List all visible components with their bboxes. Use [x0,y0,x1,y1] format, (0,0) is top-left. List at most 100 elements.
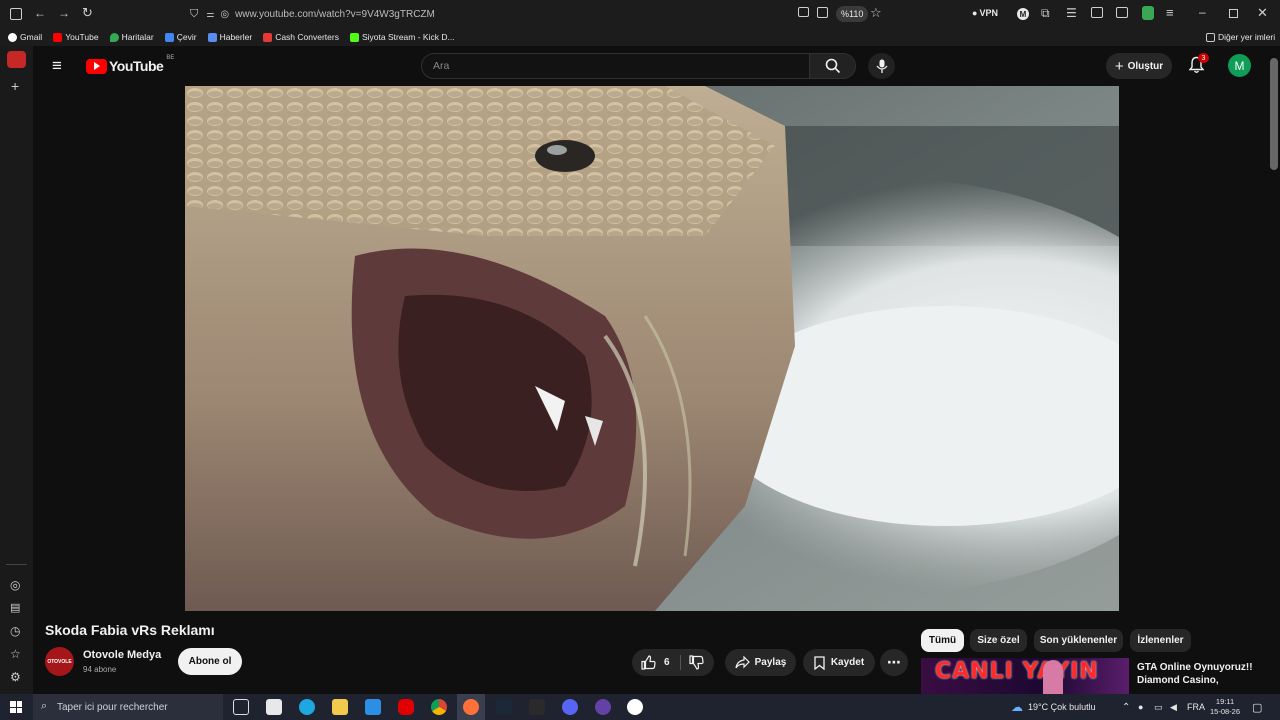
forward-icon[interactable]: → [58,6,70,20]
firefox-icon[interactable] [463,699,479,715]
url-text[interactable]: www.youtube.com/watch?v=9V4W3gTRCZM [235,9,435,20]
video-player[interactable] [185,86,1119,611]
hamburger-menu-icon[interactable]: ≡ [52,56,62,76]
address-bar[interactable]: ⛉ ⚌ ◎ www.youtube.com/watch?v=9V4W3gTRCZ… [190,4,890,24]
vpn-button[interactable]: ● VPN [972,8,998,18]
chip-watched[interactable]: İzlenenler [1130,629,1191,652]
volume-icon[interactable]: ◀ [1170,694,1177,720]
channel-avatar[interactable]: OTOVOLE [45,647,74,676]
notification-center-icon[interactable]: ▢ [1252,694,1262,720]
github-icon[interactable] [627,699,643,715]
extensions-icon[interactable]: ⧉ [1041,6,1050,21]
voice-search-button[interactable] [868,53,895,79]
screenshot-icon[interactable] [798,7,809,17]
notifications-button[interactable]: 3 [1188,53,1209,76]
taskbar-search[interactable]: ⌕ Taper ici pour rechercher [33,694,223,720]
subscribe-button[interactable]: Abone ol [178,648,242,675]
tracking-icon[interactable]: ◎ [220,9,229,20]
bookmark-label: Cash Converters [275,32,339,42]
settings-icon[interactable]: ⚙ [10,670,21,684]
mail-icon[interactable] [365,699,381,715]
ai-icon[interactable]: ◎ [10,578,20,592]
zoom-badge[interactable]: %110 [836,6,869,22]
favorites-icon[interactable]: ☆ [10,647,21,661]
bookmark-label: Gmail [20,32,43,42]
more-actions-button[interactable]: ⋯ [880,649,908,676]
edge-icon[interactable] [299,699,315,715]
subscriber-count: 94 abone [83,665,117,674]
minimize-icon[interactable]: – [1199,5,1206,19]
menu-icon[interactable]: ≡ [1166,5,1174,20]
cash-converters-icon [263,32,273,42]
network-icon[interactable]: ▭ [1154,694,1163,720]
sidebar-youtube-icon[interactable] [7,51,26,68]
split-view-icon[interactable] [1116,7,1128,18]
bookmark-item[interactable]: YouTube [53,32,99,42]
bookmark-item[interactable]: Çevir [164,32,197,42]
search-input[interactable]: Ara [421,53,810,79]
back-icon[interactable]: ← [34,6,46,20]
bookmark-item[interactable]: Haritalar [109,32,154,42]
wallet-icon[interactable]: ☰ [1066,6,1077,20]
discord-icon[interactable] [562,699,578,715]
youtube-icon [53,32,63,42]
browser-toolbar: ← → ↻ ⛉ ⚌ ◎ www.youtube.com/watch?v=9V4W… [0,0,1280,28]
microphone-tray-icon[interactable]: ● [1138,694,1143,720]
search-button[interactable] [810,53,856,79]
sidebar-toggle-icon[interactable] [1091,7,1103,18]
bookmarks-bar: Gmail YouTube Haritalar Çevir Haberler C… [0,28,1280,46]
microphone-icon [876,59,887,73]
other-bookmarks[interactable]: Diğer yer imleri [1206,32,1275,42]
create-button[interactable]: + Oluştur [1106,53,1172,79]
clock-time: 19:11 [1215,697,1235,706]
share-button[interactable]: Paylaş [725,649,796,676]
language-indicator[interactable]: FRA [1187,694,1205,720]
tabs-icon[interactable] [10,8,22,20]
weather-widget[interactable]: ☁ 19°C Çok bulutlu [1011,694,1096,720]
reader-icon[interactable] [817,7,828,18]
store-icon[interactable] [266,699,282,715]
windows-start-icon[interactable] [10,701,22,713]
close-icon[interactable]: ✕ [1257,5,1268,21]
youtube-app-icon[interactable] [398,699,414,715]
save-button[interactable]: Kaydet [803,649,875,676]
dislike-button[interactable] [689,655,704,673]
extension-m-icon[interactable]: M [1017,8,1029,20]
notes-icon[interactable]: ▤ [10,601,20,614]
tray-chevron-icon[interactable]: ⌃ [1122,694,1130,720]
bookmark-item[interactable]: Siyota Stream - Kick D... [349,32,455,42]
maximize-icon[interactable] [1229,9,1238,18]
taskbar-search-placeholder: Taper ici pour rechercher [57,701,168,713]
channel-logo-text: OTOVOLE [47,658,72,665]
chip-recent[interactable]: Son yüklenenler [1034,629,1123,652]
bookmark-item[interactable]: Haberler [207,32,252,42]
add-icon[interactable]: + [11,78,19,94]
bookmark-item[interactable]: Gmail [8,32,42,42]
profile-badge-icon[interactable] [1142,6,1154,20]
site-settings-icon[interactable]: ⚌ [206,9,214,20]
shield-icon[interactable]: ⛉ [190,8,198,21]
sidebar-divider [6,564,27,565]
chip-for-you[interactable]: Size özel [970,629,1027,652]
suggestion-title[interactable]: GTA Online Oynuyoruz!! Diamond Casino, [1137,661,1267,687]
twitch-icon[interactable] [595,699,611,715]
reload-icon[interactable]: ↻ [82,5,93,21]
scrollbar-thumb[interactable] [1270,58,1278,170]
bookmark-label: YouTube [65,32,99,42]
suggestion-thumbnail[interactable]: CANLI YAYIN [921,658,1129,694]
chip-all[interactable]: Tümü [921,629,964,652]
epic-games-icon[interactable] [529,699,545,715]
task-view-icon[interactable] [233,699,249,715]
youtube-logo[interactable]: YouTube BE [86,55,174,74]
file-explorer-icon[interactable] [332,699,348,715]
clock[interactable]: 19:11 15-08-26 [1210,694,1240,720]
avatar[interactable]: M [1228,54,1251,77]
thumbs-down-icon [689,655,704,670]
bookmark-item[interactable]: Cash Converters [263,32,339,42]
history-icon[interactable]: ◷ [10,624,20,638]
channel-name[interactable]: Otovole Medya [83,649,161,661]
like-button[interactable]: 6 [641,655,670,670]
steam-icon[interactable] [496,699,512,715]
star-icon[interactable]: ☆ [870,5,882,21]
chrome-icon[interactable] [431,699,447,715]
